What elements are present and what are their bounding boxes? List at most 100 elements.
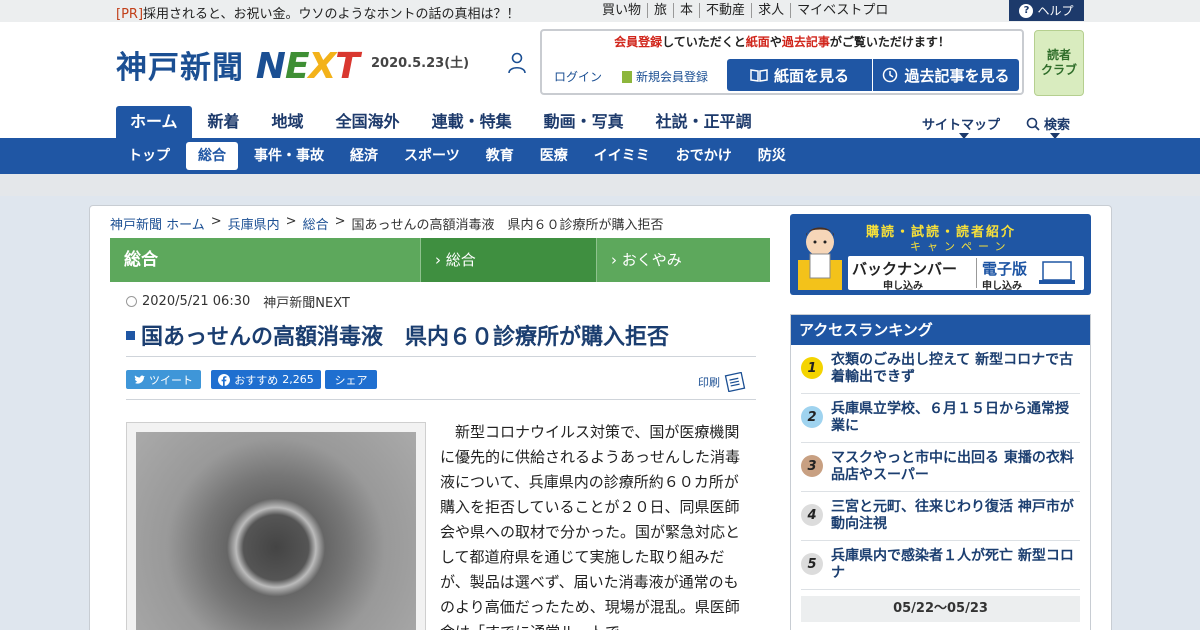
recommend-label: おすすめ: [234, 373, 279, 387]
subnav-outing[interactable]: おでかけ: [666, 142, 742, 170]
facebook-icon: [218, 373, 231, 386]
bookmark-icon: [622, 70, 632, 83]
access-ranking: アクセスランキング 1 衣類のごみ出し控えて 新型コロナで古着輸出できず 2 兵庫県…: [790, 314, 1091, 630]
pr-text: 採用されると、お祝い金。ウソのようなホントの話の真相は？！: [143, 7, 520, 22]
ranking-item-text: 衣類のごみ出し控えて 新型コロナで古着輸出できず: [831, 352, 1074, 385]
member-msg-2: していただくと: [662, 35, 746, 49]
subnav-medical[interactable]: 医療: [530, 142, 578, 170]
user-icon[interactable]: [508, 52, 526, 74]
reader-club-line2: クラブ: [1040, 63, 1077, 77]
print-button[interactable]: 印刷: [698, 372, 746, 392]
help-label: ヘルプ: [1037, 4, 1074, 18]
nav-national[interactable]: 全国海外: [320, 106, 416, 138]
article-source: 神戸新聞NEXT: [263, 296, 350, 311]
reader-club-line1: 読者: [1046, 48, 1071, 62]
laptop-icon: [1039, 261, 1075, 284]
category-bar: 総合 › 総合 › おくやみ: [110, 238, 770, 282]
ranking-date-range: 05/22～05/23: [801, 596, 1080, 622]
subnav-sports[interactable]: スポーツ: [394, 142, 470, 170]
subnav-top[interactable]: トップ: [118, 142, 180, 170]
subnav-general[interactable]: 総合: [186, 142, 238, 170]
nav-editorial[interactable]: 社説・正平調: [640, 106, 768, 138]
member-msg-register[interactable]: 会員登録: [614, 35, 662, 49]
logo-next: NEXT: [255, 46, 360, 87]
site-logo[interactable]: 神戸新聞 NEXT: [116, 42, 360, 87]
divider: [976, 258, 977, 288]
register-link[interactable]: 新規会員登録: [622, 68, 708, 85]
title-bullet-icon: [126, 330, 135, 340]
rank-number: 4: [801, 504, 823, 526]
subnav-incidents[interactable]: 事件・事故: [244, 142, 334, 170]
member-box: 会員登録していただくと紙面や過去記事がご覧いただけます！ ログイン 新規会員登録…: [540, 29, 1024, 95]
sub-nav: トップ 総合 事件・事故 経済 スポーツ 教育 医療 イイミミ おでかけ 防災: [0, 138, 1200, 174]
subnav-education[interactable]: 教育: [476, 142, 524, 170]
top-link-mybestpro[interactable]: マイベストプロ: [790, 3, 894, 18]
rank-number: 1: [801, 357, 823, 379]
subnav-disaster[interactable]: 防災: [748, 142, 796, 170]
breadcrumb-home[interactable]: 神戸新聞 ホーム: [110, 214, 205, 233]
ranking-item[interactable]: 2 兵庫県立学校、６月１５日から通常授業に: [801, 394, 1080, 443]
member-msg-past: 過去記事: [781, 35, 830, 49]
pr-link[interactable]: [PR]採用されると、お祝い金。ウソのようなホントの話の真相は？！: [116, 3, 520, 22]
chevron-right-icon: >: [334, 214, 346, 229]
subnav-economy[interactable]: 経済: [340, 142, 388, 170]
logo-next-t: T: [335, 46, 360, 87]
sitemap-label: サイトマップ: [922, 118, 1001, 133]
logo-text: 神戸新聞: [116, 50, 244, 86]
category-tab-obituaries-label: おくやみ: [621, 251, 682, 269]
member-msg-4: や: [769, 35, 782, 49]
sitemap-link[interactable]: サイトマップ: [922, 114, 1001, 139]
logo-next-x: X: [308, 46, 337, 87]
clock-icon: [126, 296, 137, 307]
view-paper-button[interactable]: 紙面を見る: [727, 59, 873, 91]
login-link[interactable]: ログイン: [554, 68, 602, 85]
breadcrumb-general[interactable]: 総合: [303, 214, 329, 233]
chevron-right-icon: >: [210, 214, 222, 229]
clock-icon: [883, 67, 898, 83]
subscription-campaign-banner[interactable]: 購読・試読・読者紹介 キャンペーン バックナンバー 申し込み 電子版 申し込み: [790, 214, 1091, 295]
category-title: 総合: [110, 238, 420, 282]
tweet-button[interactable]: ツイート: [126, 370, 201, 389]
back-number-sub: 申し込み: [883, 281, 923, 292]
top-link-travel[interactable]: 旅: [647, 3, 673, 18]
facebook-recommend-button[interactable]: おすすめ 2,265: [211, 370, 321, 389]
breadcrumb-hyogo[interactable]: 兵庫県内: [228, 214, 280, 233]
ranking-item[interactable]: 3 マスクやっと市中に出回る 東播の衣料品店やスーパー: [801, 443, 1080, 492]
nav-latest[interactable]: 新着: [192, 106, 256, 138]
nav-video[interactable]: 動画・写真: [528, 106, 640, 138]
article-photo[interactable]: [126, 422, 426, 630]
ranking-item-text: マスクやっと市中に出回る 東播の衣料品店やスーパー: [831, 450, 1074, 483]
ranking-item[interactable]: 1 衣類のごみ出し控えて 新型コロナで古着輸出できず: [801, 345, 1080, 394]
top-link-shopping[interactable]: 買い物: [596, 3, 647, 18]
logo-next-e: E: [284, 46, 310, 87]
ranking-item[interactable]: 5 兵庫県内で感染者１人が死亡 新型コロナ: [801, 541, 1080, 590]
top-link-jobs[interactable]: 求人: [751, 3, 790, 18]
breadcrumb-current: 国あっせんの高額消毒液 県内６０診療所が購入拒否: [351, 218, 664, 233]
category-tab-general[interactable]: › 総合: [420, 238, 596, 282]
ranking-item[interactable]: 4 三宮と元町、往来じわり復活 神戸市が動向注視: [801, 492, 1080, 541]
help-button[interactable]: ? ヘルプ: [1009, 0, 1084, 21]
digital-label: 電子版: [982, 260, 1028, 278]
reader-club-button[interactable]: 読者 クラブ: [1034, 30, 1084, 96]
rank-number: 3: [801, 455, 823, 477]
category-tab-obituaries[interactable]: › おくやみ: [596, 238, 770, 282]
subnav-iimimi[interactable]: イイミミ: [584, 142, 660, 170]
nav-home[interactable]: ホーム: [116, 106, 192, 138]
article-body: 新型コロナウイルス対策で、国が医療機関に優先的に供給されるようあっせんした消毒液…: [440, 423, 741, 630]
share-button[interactable]: シェア: [325, 370, 377, 389]
past-articles-button[interactable]: 過去記事を見る: [873, 59, 1019, 91]
view-paper-label: 紙面を見る: [773, 66, 849, 85]
article-title-text: 国あっせんの高額消毒液 県内６０診療所が購入拒否: [141, 325, 670, 350]
top-link-books[interactable]: 本: [673, 3, 699, 18]
header-date: 2020.5.23(土): [371, 56, 470, 71]
category-tab-general-label: 総合: [445, 251, 476, 269]
nav-series[interactable]: 連載・特集: [416, 106, 528, 138]
logo-next-n: N: [255, 46, 286, 87]
top-link-realestate[interactable]: 不動産: [699, 3, 751, 18]
rank-number: 2: [801, 406, 823, 428]
nav-local[interactable]: 地域: [256, 106, 320, 138]
search-link[interactable]: 検索: [1026, 114, 1070, 139]
print-label: 印刷: [698, 376, 720, 389]
top-strip: [PR]採用されると、お祝い金。ウソのようなホントの話の真相は？！ 買い物 旅 …: [0, 0, 1200, 22]
question-icon: ?: [1019, 3, 1034, 18]
